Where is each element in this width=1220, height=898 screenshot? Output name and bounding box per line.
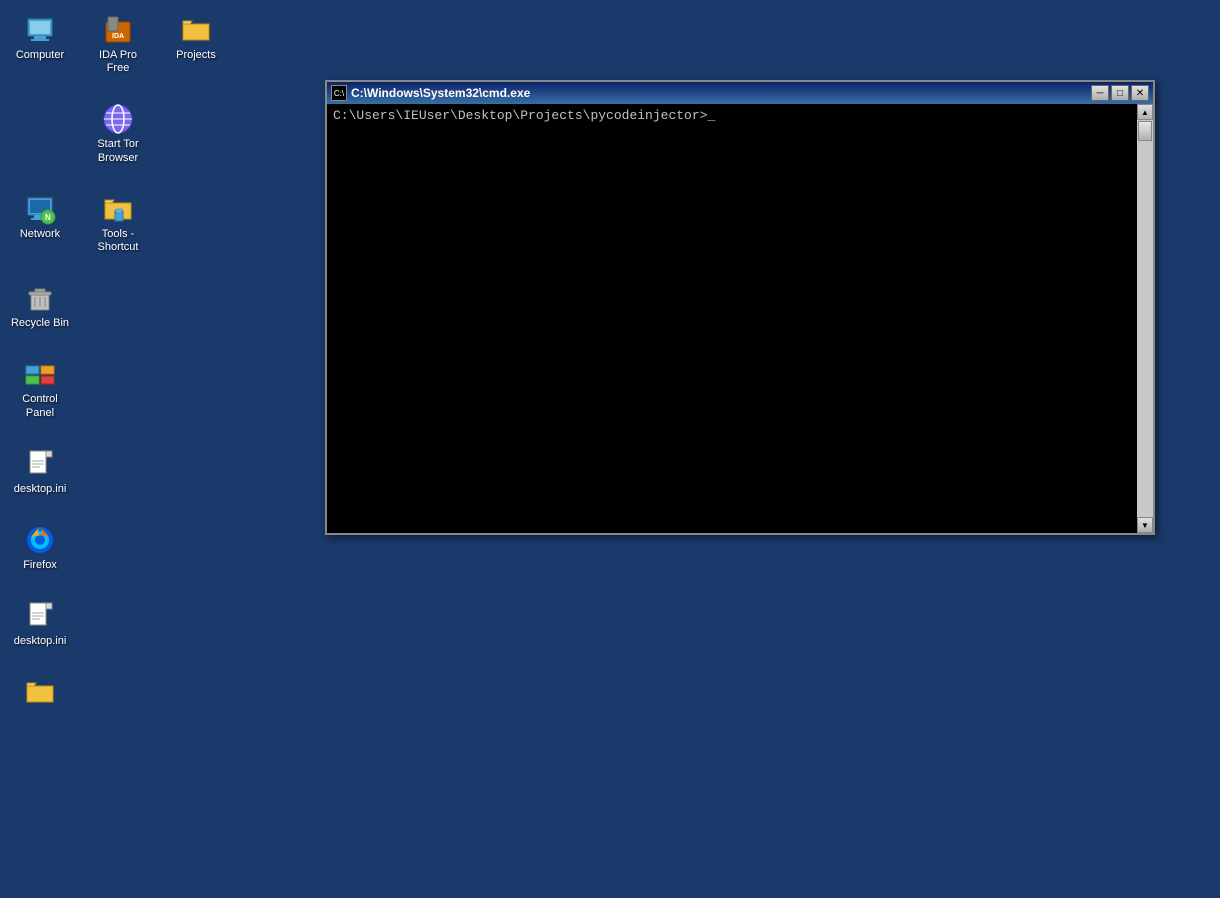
desktop-icon-ini1[interactable]: desktop.ini: [5, 444, 75, 500]
tor-icon: [102, 103, 134, 135]
desktop-icon-tor[interactable]: Start Tor Browser: [83, 99, 153, 168]
scroll-track: [1137, 120, 1153, 517]
tools-icon: [102, 193, 134, 225]
network-icon-label: Network: [20, 228, 60, 241]
computer-icon-label: Computer: [16, 49, 64, 62]
computer-icon: [24, 14, 56, 46]
svg-text:IDA: IDA: [112, 33, 124, 40]
folder-bottom-icon: [24, 676, 56, 708]
cmd-body: C:\Users\IEUser\Desktop\Projects\pycodei…: [327, 104, 1153, 533]
desktop: Computer IDA IDA Pro Free: [0, 0, 1220, 898]
desktop-icon-ini2[interactable]: desktop.ini: [5, 596, 75, 652]
network-icon: N: [24, 193, 56, 225]
desktop-icon-firefox[interactable]: Firefox: [5, 520, 75, 576]
desktop-icon-recycle[interactable]: Recycle Bin: [5, 278, 75, 334]
cmd-titlebar[interactable]: C:\ C:\Windows\System32\cmd.exe ─ □ ✕: [327, 82, 1153, 104]
recycle-icon: [24, 282, 56, 314]
desktop-icon-projects[interactable]: Projects: [161, 10, 231, 79]
ini2-icon-label: desktop.ini: [14, 635, 67, 648]
ini2-icon: [24, 600, 56, 632]
cmd-title-icon: C:\: [331, 85, 347, 101]
cmd-maximize-button[interactable]: □: [1111, 85, 1129, 101]
projects-icon: [180, 14, 212, 46]
recycle-icon-label: Recycle Bin: [11, 317, 69, 330]
scroll-up-button[interactable]: ▲: [1137, 104, 1153, 120]
firefox-icon-label: Firefox: [23, 559, 57, 572]
controlpanel-icon-label: Control Panel: [9, 393, 71, 419]
projects-icon-label: Projects: [176, 49, 216, 62]
cmd-window: C:\ C:\Windows\System32\cmd.exe ─ □ ✕ C:…: [325, 80, 1155, 535]
desktop-icon-ida[interactable]: IDA IDA Pro Free: [83, 10, 153, 79]
desktop-icon-computer[interactable]: Computer: [5, 10, 75, 79]
cmd-title-buttons: ─ □ ✕: [1091, 85, 1149, 101]
cmd-content[interactable]: C:\Users\IEUser\Desktop\Projects\pycodei…: [327, 104, 1137, 533]
desktop-icon-controlpanel[interactable]: Control Panel: [5, 354, 75, 423]
cmd-minimize-button[interactable]: ─: [1091, 85, 1109, 101]
tools-icon-label: Tools - Shortcut: [87, 228, 149, 254]
ida-icon-label: IDA Pro Free: [87, 49, 149, 75]
controlpanel-icon: [24, 358, 56, 390]
scroll-thumb[interactable]: [1138, 121, 1152, 141]
scroll-down-button[interactable]: ▼: [1137, 517, 1153, 533]
ini1-icon: [24, 448, 56, 480]
desktop-icons-container: Computer IDA IDA Pro Free: [0, 0, 236, 735]
tor-icon-label: Start Tor Browser: [87, 138, 149, 164]
desktop-icon-folder-bottom[interactable]: [5, 672, 75, 715]
desktop-icon-tools[interactable]: Tools - Shortcut: [83, 189, 153, 258]
desktop-icon-network[interactable]: N Network: [5, 189, 75, 258]
cmd-title-left: C:\ C:\Windows\System32\cmd.exe: [331, 85, 530, 101]
ini1-icon-label: desktop.ini: [14, 483, 67, 496]
ida-icon: IDA: [102, 14, 134, 46]
cmd-close-button[interactable]: ✕: [1131, 85, 1149, 101]
cmd-prompt-text: C:\Users\IEUser\Desktop\Projects\pycodei…: [333, 108, 715, 123]
cmd-scrollbar[interactable]: ▲ ▼: [1137, 104, 1153, 533]
svg-text:N: N: [45, 213, 51, 222]
firefox-icon: [24, 524, 56, 556]
cmd-title-text: C:\Windows\System32\cmd.exe: [351, 86, 530, 100]
